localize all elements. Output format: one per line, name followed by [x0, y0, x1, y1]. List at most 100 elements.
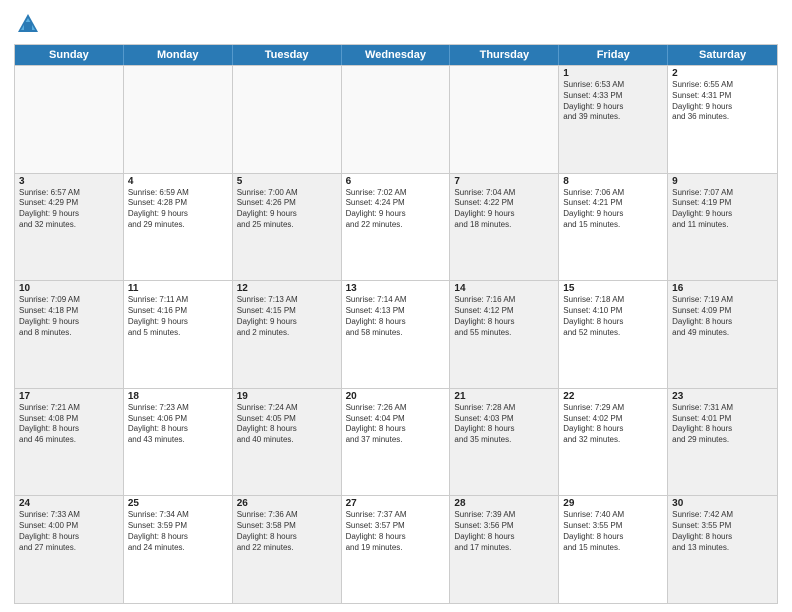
day-info: Sunrise: 7:36 AM Sunset: 3:58 PM Dayligh…	[237, 510, 337, 553]
day-number: 2	[672, 68, 773, 79]
calendar-cell-day-11: 11Sunrise: 7:11 AM Sunset: 4:16 PM Dayli…	[124, 281, 233, 388]
day-info: Sunrise: 7:28 AM Sunset: 4:03 PM Dayligh…	[454, 403, 554, 446]
day-info: Sunrise: 7:04 AM Sunset: 4:22 PM Dayligh…	[454, 188, 554, 231]
calendar-cell-day-10: 10Sunrise: 7:09 AM Sunset: 4:18 PM Dayli…	[15, 281, 124, 388]
calendar-cell-empty-0-0	[15, 66, 124, 173]
calendar-cell-day-24: 24Sunrise: 7:33 AM Sunset: 4:00 PM Dayli…	[15, 496, 124, 603]
weekday-header-wednesday: Wednesday	[342, 45, 451, 65]
day-info: Sunrise: 7:13 AM Sunset: 4:15 PM Dayligh…	[237, 295, 337, 338]
weekday-header-tuesday: Tuesday	[233, 45, 342, 65]
calendar-cell-day-27: 27Sunrise: 7:37 AM Sunset: 3:57 PM Dayli…	[342, 496, 451, 603]
day-number: 14	[454, 283, 554, 294]
calendar-cell-day-14: 14Sunrise: 7:16 AM Sunset: 4:12 PM Dayli…	[450, 281, 559, 388]
day-number: 23	[672, 391, 773, 402]
day-info: Sunrise: 7:23 AM Sunset: 4:06 PM Dayligh…	[128, 403, 228, 446]
day-number: 28	[454, 498, 554, 509]
day-info: Sunrise: 7:29 AM Sunset: 4:02 PM Dayligh…	[563, 403, 663, 446]
calendar-row-4: 24Sunrise: 7:33 AM Sunset: 4:00 PM Dayli…	[15, 495, 777, 603]
logo	[14, 10, 46, 38]
day-number: 7	[454, 176, 554, 187]
calendar-cell-day-7: 7Sunrise: 7:04 AM Sunset: 4:22 PM Daylig…	[450, 174, 559, 281]
day-number: 27	[346, 498, 446, 509]
calendar-cell-day-28: 28Sunrise: 7:39 AM Sunset: 3:56 PM Dayli…	[450, 496, 559, 603]
day-info: Sunrise: 6:59 AM Sunset: 4:28 PM Dayligh…	[128, 188, 228, 231]
day-info: Sunrise: 7:16 AM Sunset: 4:12 PM Dayligh…	[454, 295, 554, 338]
day-info: Sunrise: 6:53 AM Sunset: 4:33 PM Dayligh…	[563, 80, 663, 123]
day-info: Sunrise: 7:02 AM Sunset: 4:24 PM Dayligh…	[346, 188, 446, 231]
weekday-header-sunday: Sunday	[15, 45, 124, 65]
day-number: 19	[237, 391, 337, 402]
day-info: Sunrise: 6:55 AM Sunset: 4:31 PM Dayligh…	[672, 80, 773, 123]
day-info: Sunrise: 7:33 AM Sunset: 4:00 PM Dayligh…	[19, 510, 119, 553]
day-number: 6	[346, 176, 446, 187]
calendar-cell-day-13: 13Sunrise: 7:14 AM Sunset: 4:13 PM Dayli…	[342, 281, 451, 388]
day-number: 4	[128, 176, 228, 187]
calendar-cell-empty-0-4	[450, 66, 559, 173]
day-info: Sunrise: 7:31 AM Sunset: 4:01 PM Dayligh…	[672, 403, 773, 446]
calendar-cell-day-22: 22Sunrise: 7:29 AM Sunset: 4:02 PM Dayli…	[559, 389, 668, 496]
day-number: 21	[454, 391, 554, 402]
logo-icon	[14, 10, 42, 38]
calendar-cell-day-23: 23Sunrise: 7:31 AM Sunset: 4:01 PM Dayli…	[668, 389, 777, 496]
day-info: Sunrise: 7:40 AM Sunset: 3:55 PM Dayligh…	[563, 510, 663, 553]
day-number: 22	[563, 391, 663, 402]
calendar-cell-day-15: 15Sunrise: 7:18 AM Sunset: 4:10 PM Dayli…	[559, 281, 668, 388]
day-number: 26	[237, 498, 337, 509]
day-info: Sunrise: 7:34 AM Sunset: 3:59 PM Dayligh…	[128, 510, 228, 553]
day-info: Sunrise: 7:21 AM Sunset: 4:08 PM Dayligh…	[19, 403, 119, 446]
weekday-header-thursday: Thursday	[450, 45, 559, 65]
calendar-cell-day-9: 9Sunrise: 7:07 AM Sunset: 4:19 PM Daylig…	[668, 174, 777, 281]
day-info: Sunrise: 7:14 AM Sunset: 4:13 PM Dayligh…	[346, 295, 446, 338]
calendar-cell-day-16: 16Sunrise: 7:19 AM Sunset: 4:09 PM Dayli…	[668, 281, 777, 388]
calendar-cell-day-29: 29Sunrise: 7:40 AM Sunset: 3:55 PM Dayli…	[559, 496, 668, 603]
calendar-body: 1Sunrise: 6:53 AM Sunset: 4:33 PM Daylig…	[15, 65, 777, 603]
day-number: 24	[19, 498, 119, 509]
calendar-row-0: 1Sunrise: 6:53 AM Sunset: 4:33 PM Daylig…	[15, 65, 777, 173]
day-number: 10	[19, 283, 119, 294]
calendar-cell-empty-0-3	[342, 66, 451, 173]
calendar-cell-day-8: 8Sunrise: 7:06 AM Sunset: 4:21 PM Daylig…	[559, 174, 668, 281]
calendar-cell-day-17: 17Sunrise: 7:21 AM Sunset: 4:08 PM Dayli…	[15, 389, 124, 496]
weekday-header-saturday: Saturday	[668, 45, 777, 65]
day-info: Sunrise: 7:18 AM Sunset: 4:10 PM Dayligh…	[563, 295, 663, 338]
day-number: 3	[19, 176, 119, 187]
day-number: 15	[563, 283, 663, 294]
calendar-cell-day-30: 30Sunrise: 7:42 AM Sunset: 3:55 PM Dayli…	[668, 496, 777, 603]
day-number: 29	[563, 498, 663, 509]
day-number: 5	[237, 176, 337, 187]
calendar-cell-day-26: 26Sunrise: 7:36 AM Sunset: 3:58 PM Dayli…	[233, 496, 342, 603]
day-info: Sunrise: 7:24 AM Sunset: 4:05 PM Dayligh…	[237, 403, 337, 446]
calendar-cell-day-21: 21Sunrise: 7:28 AM Sunset: 4:03 PM Dayli…	[450, 389, 559, 496]
calendar-row-3: 17Sunrise: 7:21 AM Sunset: 4:08 PM Dayli…	[15, 388, 777, 496]
calendar: SundayMondayTuesdayWednesdayThursdayFrid…	[14, 44, 778, 604]
calendar-cell-day-20: 20Sunrise: 7:26 AM Sunset: 4:04 PM Dayli…	[342, 389, 451, 496]
calendar-row-2: 10Sunrise: 7:09 AM Sunset: 4:18 PM Dayli…	[15, 280, 777, 388]
day-info: Sunrise: 6:57 AM Sunset: 4:29 PM Dayligh…	[19, 188, 119, 231]
day-info: Sunrise: 7:19 AM Sunset: 4:09 PM Dayligh…	[672, 295, 773, 338]
calendar-cell-day-12: 12Sunrise: 7:13 AM Sunset: 4:15 PM Dayli…	[233, 281, 342, 388]
day-number: 13	[346, 283, 446, 294]
calendar-cell-empty-0-1	[124, 66, 233, 173]
calendar-cell-day-1: 1Sunrise: 6:53 AM Sunset: 4:33 PM Daylig…	[559, 66, 668, 173]
day-number: 30	[672, 498, 773, 509]
calendar-cell-day-6: 6Sunrise: 7:02 AM Sunset: 4:24 PM Daylig…	[342, 174, 451, 281]
day-info: Sunrise: 7:07 AM Sunset: 4:19 PM Dayligh…	[672, 188, 773, 231]
day-number: 20	[346, 391, 446, 402]
calendar-cell-empty-0-2	[233, 66, 342, 173]
page: SundayMondayTuesdayWednesdayThursdayFrid…	[0, 0, 792, 612]
day-info: Sunrise: 7:26 AM Sunset: 4:04 PM Dayligh…	[346, 403, 446, 446]
day-number: 12	[237, 283, 337, 294]
day-info: Sunrise: 7:11 AM Sunset: 4:16 PM Dayligh…	[128, 295, 228, 338]
weekday-header-friday: Friday	[559, 45, 668, 65]
calendar-row-1: 3Sunrise: 6:57 AM Sunset: 4:29 PM Daylig…	[15, 173, 777, 281]
day-number: 18	[128, 391, 228, 402]
day-info: Sunrise: 7:39 AM Sunset: 3:56 PM Dayligh…	[454, 510, 554, 553]
day-info: Sunrise: 7:00 AM Sunset: 4:26 PM Dayligh…	[237, 188, 337, 231]
day-info: Sunrise: 7:37 AM Sunset: 3:57 PM Dayligh…	[346, 510, 446, 553]
day-number: 11	[128, 283, 228, 294]
weekday-header-monday: Monday	[124, 45, 233, 65]
calendar-cell-day-18: 18Sunrise: 7:23 AM Sunset: 4:06 PM Dayli…	[124, 389, 233, 496]
calendar-cell-day-19: 19Sunrise: 7:24 AM Sunset: 4:05 PM Dayli…	[233, 389, 342, 496]
calendar-cell-day-3: 3Sunrise: 6:57 AM Sunset: 4:29 PM Daylig…	[15, 174, 124, 281]
day-number: 25	[128, 498, 228, 509]
